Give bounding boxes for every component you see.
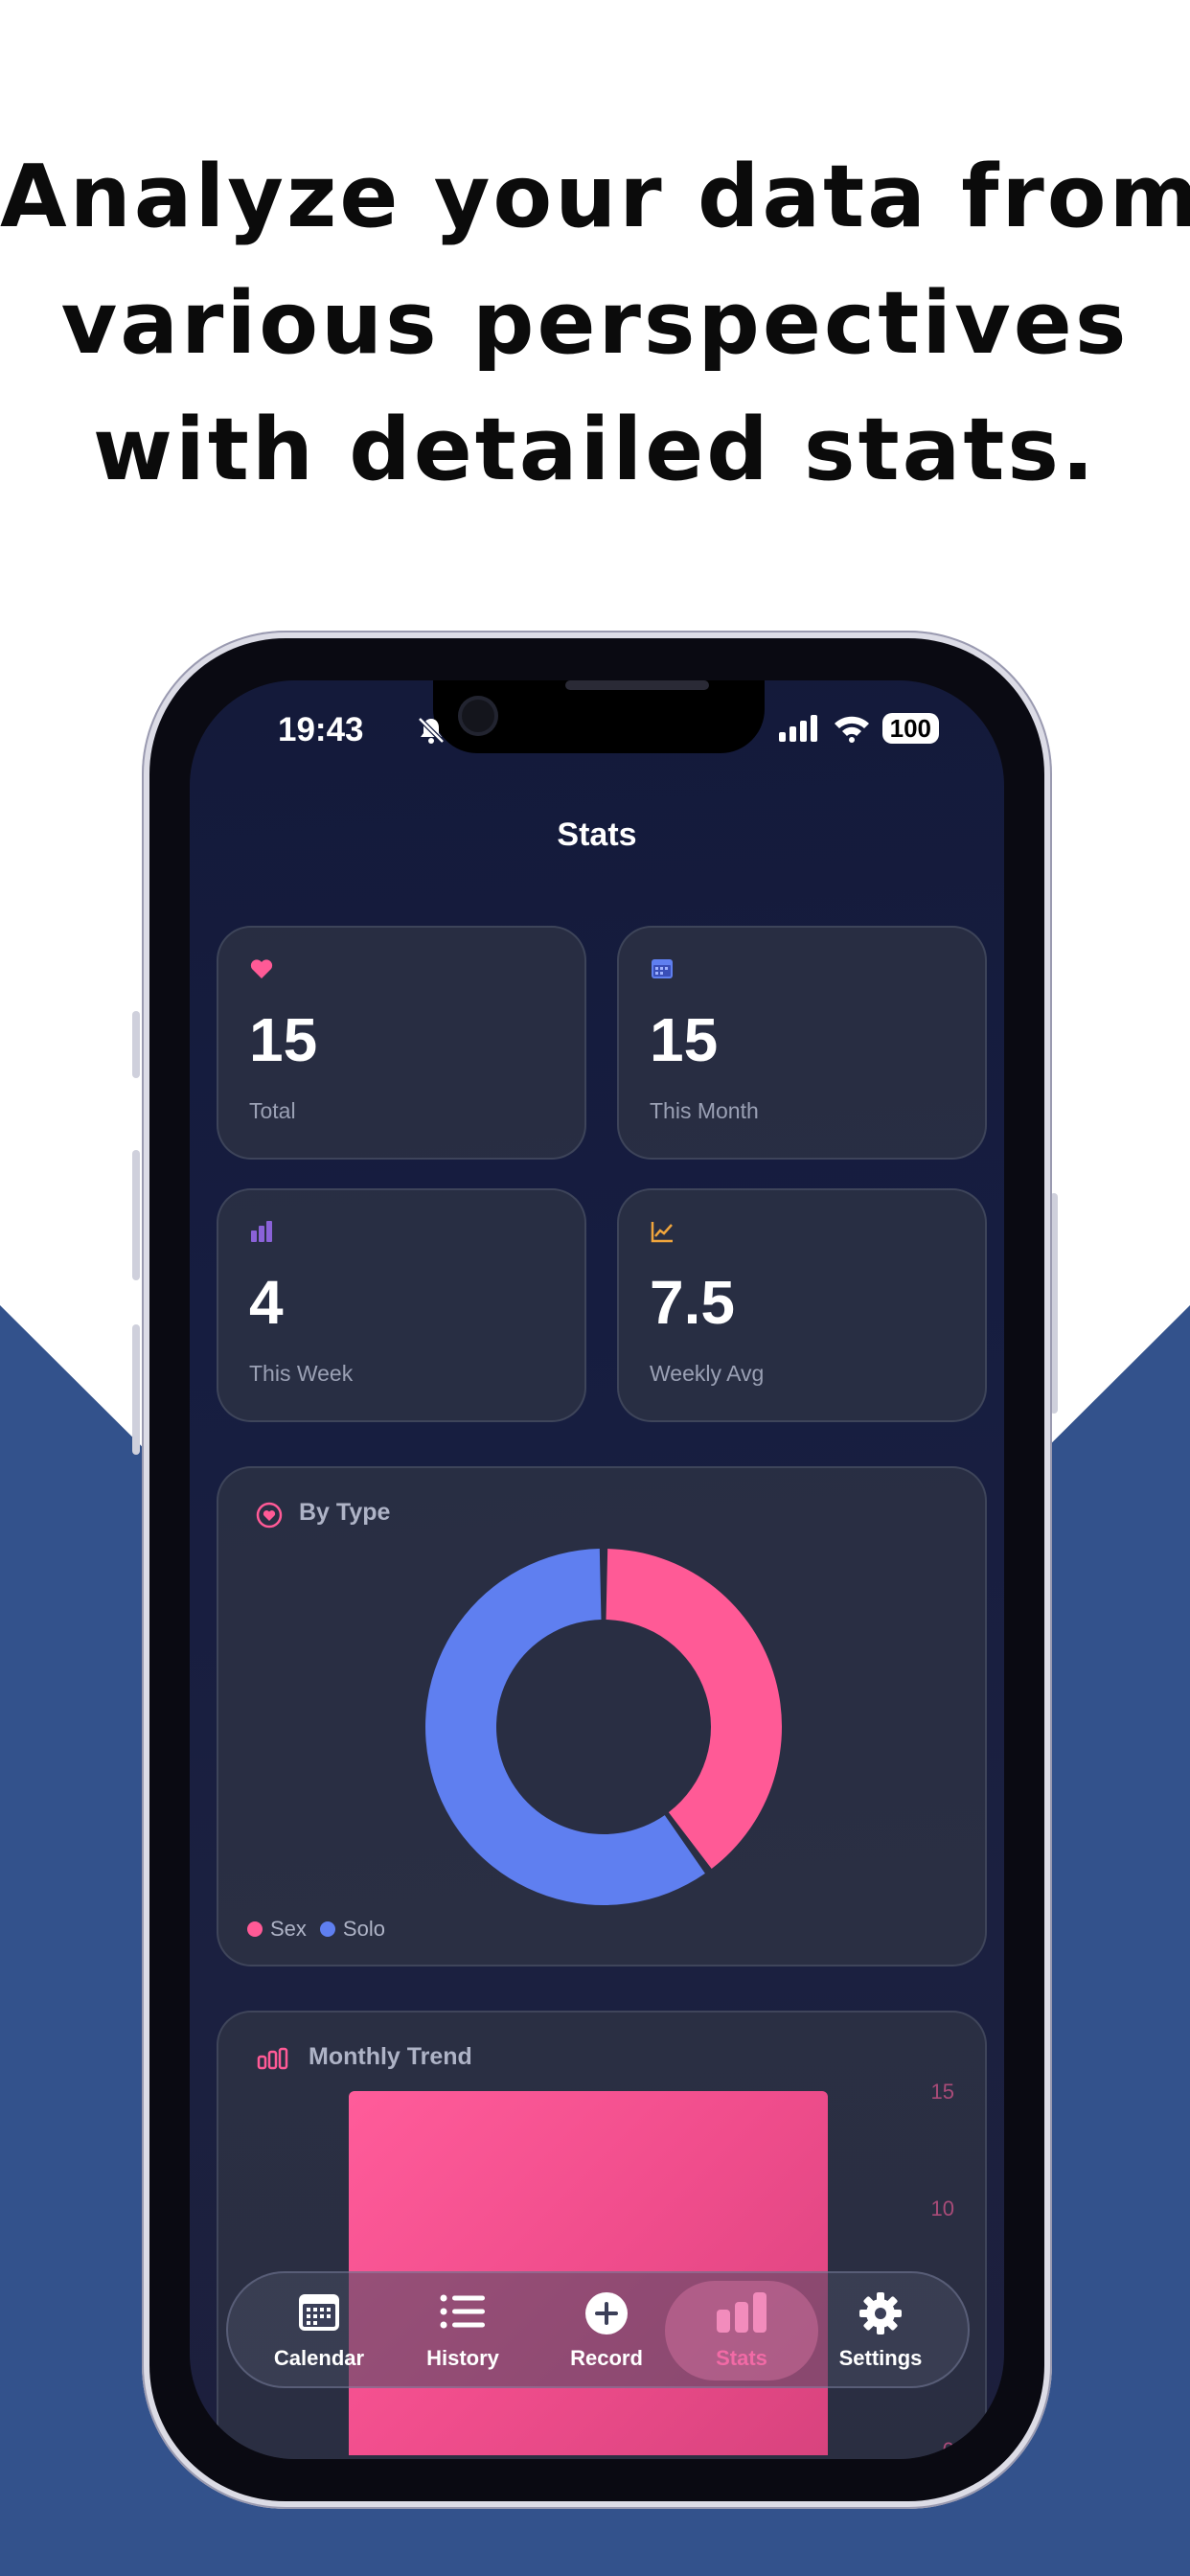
tab-calendar[interactable]: Calendar [247,2273,391,2386]
status-time: 19:43 [278,711,364,748]
legend-item-sex: Sex [247,1917,307,1942]
bar-chart-icon [717,2292,767,2333]
battery-icon: 100 [881,713,939,744]
stat-value: 4 [249,1268,284,1337]
tab-label: Stats [716,2346,767,2370]
speaker-grille [565,680,709,690]
stat-label: This Month [650,1098,759,1123]
bar-chart-outline-icon [257,2047,288,2070]
tab-label: Settings [838,2346,923,2370]
list-icon [440,2294,485,2329]
stat-value: 15 [249,1005,318,1074]
cellular-signal-icon [778,715,817,742]
legend-label: Sex [270,1917,307,1941]
stat-card-this-month[interactable]: 15 This Month [617,926,987,1160]
heart-icon [250,959,273,978]
legend-item-solo: Solo [319,1917,385,1942]
calendar-icon [652,959,673,978]
by-type-title: By Type [299,1499,391,1526]
stat-card-weekly-avg[interactable]: 7.5 Weekly Avg [617,1188,987,1422]
y-tick-10: 10 [930,2196,954,2220]
tab-label: Calendar [273,2346,365,2370]
tab-history[interactable]: History [391,2273,535,2386]
headline-line-2: various perspectives [60,273,1130,374]
legend-label: Solo [342,1917,385,1941]
phone-volume-down-button [132,1324,140,1455]
page-title: Stats [557,816,637,853]
status-icons: 100 [778,713,939,744]
chart-legend: Sex Solo [247,1917,385,1942]
stat-label: Weekly Avg [650,1361,765,1386]
stat-value: 7.5 [650,1268,735,1337]
tab-settings[interactable]: Settings [809,2273,952,2386]
tab-bar: Calendar History Record Stats Settings [226,2271,970,2388]
phone-action-button [132,1011,140,1078]
stat-value: 15 [650,1005,719,1074]
stat-card-total[interactable]: 15 Total [217,926,586,1160]
tab-label: History [426,2346,499,2370]
heart-circle-icon [256,1502,283,1529]
trend-chart-icon [651,1222,673,1243]
wifi-icon [834,716,869,743]
phone-bezel: 19:43 100 Stats 15 Total 15 This Month 4… [149,638,1044,2501]
phone-frame: 19:43 100 Stats 15 Total 15 This Month 4… [142,631,1052,2509]
donut-chart [425,1549,782,1905]
tab-stats[interactable]: Stats [670,2273,813,2386]
bell-slash-icon [418,717,445,744]
stat-label: Total [249,1098,296,1123]
plus-circle-icon [585,2292,628,2334]
donut-slice-sex [606,1549,782,1869]
y-tick-15: 15 [930,2080,954,2104]
front-camera [458,696,498,736]
app-screen: 19:43 100 Stats 15 Total 15 This Month 4… [190,680,1004,2459]
headline-line-1: Analyze your data from [0,147,1190,247]
by-type-card: By Type Sex Solo [217,1466,987,1966]
tab-record[interactable]: Record [535,2273,678,2386]
monthly-trend-title: Monthly Trend [309,2043,472,2070]
monthly-trend-card: Monthly Trend 15 10 0 [217,2011,987,2459]
calendar-icon [299,2294,339,2331]
y-tick-0: 0 [942,2438,954,2459]
bar-chart-icon [251,1221,272,1242]
phone-volume-up-button [132,1150,140,1280]
stat-card-this-week[interactable]: 4 This Week [217,1188,586,1422]
headline-line-3: with detailed stats. [92,400,1098,500]
stat-label: This Week [249,1361,354,1386]
tab-label: Record [570,2346,643,2370]
gear-icon [859,2292,902,2334]
marketing-headline: Analyze your data from various perspecti… [0,134,1190,514]
